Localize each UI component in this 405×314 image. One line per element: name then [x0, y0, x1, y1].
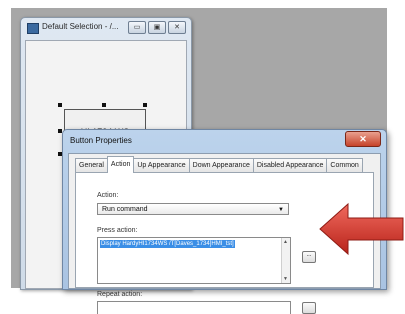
dialog-close-button[interactable]: ✕ — [345, 131, 381, 147]
press-action-label: Press action: — [97, 227, 138, 234]
dialog-title: Button Properties — [70, 136, 132, 145]
action-select-value: Run command — [102, 206, 148, 213]
maximize-button[interactable]: ▣ — [148, 21, 166, 34]
tab-disabled-appearance[interactable]: Disabled Appearance — [252, 158, 328, 173]
tab-general[interactable]: General — [75, 158, 108, 173]
press-action-scrollbar[interactable]: ▲ ▼ — [281, 238, 290, 283]
tab-common[interactable]: Common — [326, 158, 363, 173]
scroll-up-icon: ▲ — [283, 239, 288, 245]
tab-action[interactable]: Action — [106, 156, 135, 173]
display-icon — [27, 23, 39, 34]
action-select[interactable]: Run command ▼ — [97, 203, 289, 215]
scroll-down-icon: ▼ — [283, 276, 288, 282]
action-label: Action: — [97, 192, 119, 199]
press-action-browse-button[interactable]: ... — [302, 251, 316, 263]
arrow-left-icon — [319, 202, 404, 256]
repeat-action-browse-button[interactable] — [302, 302, 316, 314]
press-action-text: Display HardyHI1734WS /T[Daves_1734]HMI_… — [100, 240, 235, 248]
tab-down-appearance[interactable]: Down Appearance — [188, 158, 254, 173]
minimize-button[interactable]: ▭ — [128, 21, 146, 34]
repeat-action-label: Repeat action: — [97, 291, 143, 298]
press-action-textarea[interactable]: Display HardyHI1734WS /T[Daves_1734]HMI_… — [97, 237, 291, 284]
chevron-down-icon: ▼ — [278, 207, 284, 213]
close-button[interactable]: ✕ — [168, 21, 186, 34]
selection-handle[interactable] — [58, 103, 62, 107]
selection-handle[interactable] — [143, 103, 147, 107]
tab-up-appearance[interactable]: Up Appearance — [133, 158, 190, 173]
designer-window-titlebar[interactable]: Default Selection - /... ▭ ▣ ✕ — [21, 18, 191, 38]
repeat-action-textarea[interactable] — [97, 301, 291, 314]
selection-handle[interactable] — [102, 103, 106, 107]
tab-strip: General Action Up Appearance Down Appear… — [75, 156, 363, 173]
designer-window-title: Default Selection - /... — [42, 22, 119, 31]
window-controls: ▭ ▣ ✕ — [128, 21, 186, 34]
